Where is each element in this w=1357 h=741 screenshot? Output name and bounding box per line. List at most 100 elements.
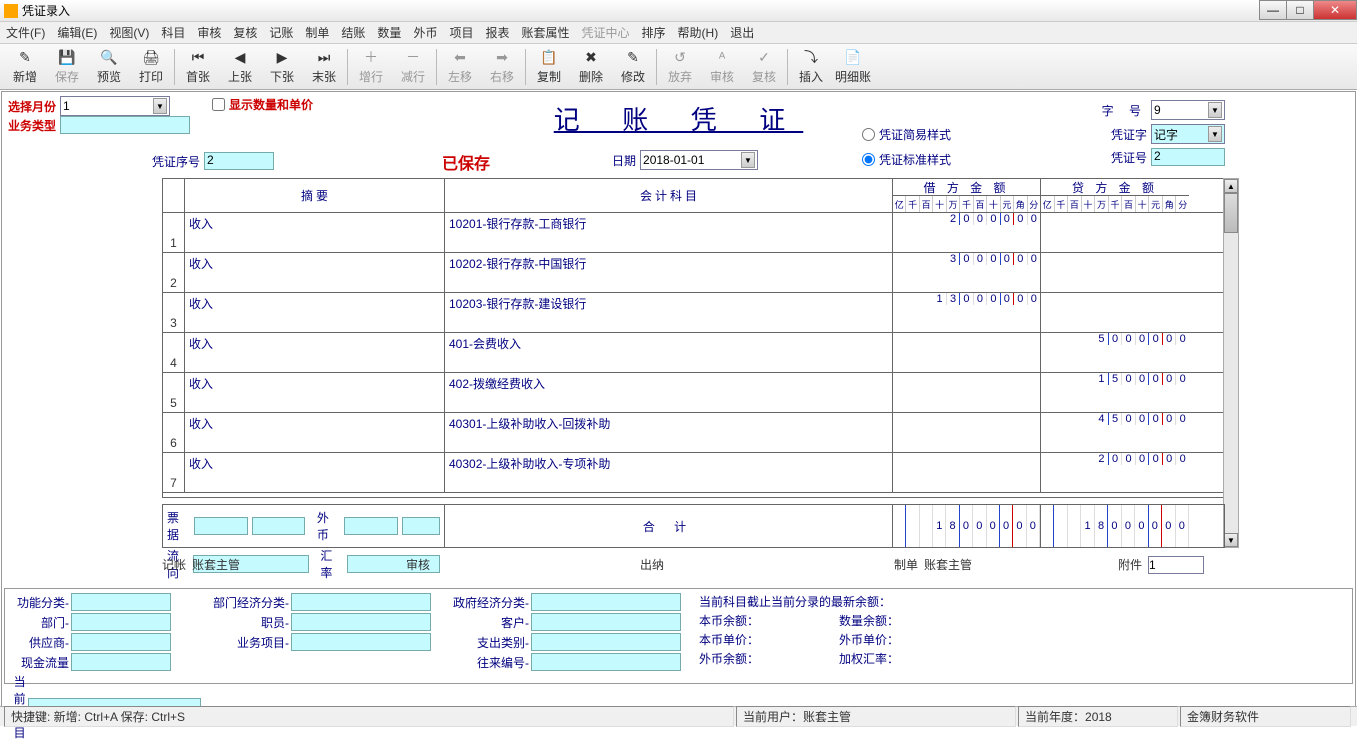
- title-bar: 凭证录入 — □ ✕: [0, 0, 1357, 22]
- col-credit: 贷 方 金 额 亿千百十万千百十元角分: [1041, 179, 1189, 212]
- menu-12[interactable]: 报表: [485, 24, 509, 41]
- voucher-no-input[interactable]: 2: [1151, 148, 1225, 166]
- cash-input[interactable]: [71, 653, 171, 671]
- cust-input[interactable]: [531, 613, 681, 631]
- 预览-icon: 🔍: [100, 48, 118, 66]
- tb-新增[interactable]: ✎新增: [4, 46, 46, 88]
- tb-插入[interactable]: ⤵插入: [790, 46, 832, 88]
- show-qty-label: 显示数量和单价: [229, 96, 313, 113]
- menu-3[interactable]: 科目: [161, 24, 185, 41]
- minimize-button[interactable]: —: [1259, 0, 1287, 20]
- menu-16[interactable]: 帮助(H): [678, 24, 719, 41]
- table-row[interactable]: 5收入402-拨缴经费收入1500000: [163, 373, 1224, 413]
- exptype-input[interactable]: [531, 633, 681, 651]
- govec-input[interactable]: [531, 593, 681, 611]
- table-row[interactable]: 2收入10202-银行存款-中国银行3000000: [163, 253, 1224, 293]
- word-no-combo[interactable]: 9▼: [1151, 100, 1225, 120]
- style-simple-radio[interactable]: 凭证简易样式: [862, 126, 951, 143]
- word-no-label: 字 号: [1102, 102, 1147, 119]
- menu-7[interactable]: 制单: [305, 24, 329, 41]
- status-bar: 快捷键: 新增: Ctrl+A 保存: Ctrl+S 当前用户：账套主管 当前年…: [0, 706, 1357, 726]
- menu-13[interactable]: 账套属性: [521, 24, 569, 41]
- col-rownum: [163, 179, 185, 212]
- tb-左移: ⬅左移: [439, 46, 481, 88]
- menu-5[interactable]: 复核: [233, 24, 257, 41]
- corr-input[interactable]: [531, 653, 681, 671]
- style-standard-radio[interactable]: 凭证标准样式: [862, 151, 951, 168]
- table-row[interactable]: 6收入40301-上级补助收入-回拨补助4500000: [163, 413, 1224, 453]
- tb-减行: －减行: [392, 46, 434, 88]
- bizitem-input[interactable]: [291, 633, 431, 651]
- fc-input2[interactable]: [402, 517, 440, 535]
- attach-input[interactable]: [1148, 556, 1204, 574]
- tb-放弃: ↺放弃: [659, 46, 701, 88]
- menu-6[interactable]: 记账: [269, 24, 293, 41]
- month-combo[interactable]: 1▼: [60, 96, 170, 116]
- table-row[interactable]: 1收入10201-银行存款-工商银行2000000: [163, 213, 1224, 253]
- voucher-word-combo[interactable]: 记字▼: [1151, 124, 1225, 144]
- 增行-icon: ＋: [362, 48, 380, 66]
- bill-input1[interactable]: [194, 517, 248, 535]
- supp-input[interactable]: [71, 633, 171, 651]
- deptec-input[interactable]: [291, 593, 431, 611]
- table-row[interactable]: 3收入10203-银行存款-建设银行13000000: [163, 293, 1224, 333]
- tb-明细账[interactable]: 📄明细账: [832, 46, 874, 88]
- voucher-no-label: 凭证号: [1111, 149, 1147, 166]
- menu-1[interactable]: 编辑(E): [57, 24, 97, 41]
- total-label: 合 计: [445, 505, 893, 547]
- menu-2[interactable]: 视图(V): [109, 24, 149, 41]
- tb-增行: ＋增行: [350, 46, 392, 88]
- maximize-button[interactable]: □: [1286, 0, 1314, 20]
- menu-17[interactable]: 退出: [730, 24, 754, 41]
- dept-input[interactable]: [71, 613, 171, 631]
- emp-input[interactable]: [291, 613, 431, 631]
- tb-修改[interactable]: ✎修改: [612, 46, 654, 88]
- tb-打印[interactable]: 🖨打印: [130, 46, 172, 88]
- close-button[interactable]: ✕: [1313, 0, 1357, 20]
- bill-label: 票据: [167, 509, 190, 543]
- tb-上张[interactable]: ◀上张: [219, 46, 261, 88]
- 新增-icon: ✎: [16, 48, 34, 66]
- 修改-icon: ✎: [624, 48, 642, 66]
- voucher-title: 记 账 凭 证: [554, 100, 804, 137]
- biz-type-input[interactable]: [60, 116, 190, 134]
- 复核-icon: ✓: [755, 48, 773, 66]
- shortcut-hint: 快捷键: 新增: Ctrl+A 保存: Ctrl+S: [4, 706, 734, 727]
- biz-type-label: 业务类型: [8, 117, 56, 134]
- 复制-icon: 📋: [540, 48, 558, 66]
- 上张-icon: ◀: [231, 48, 249, 66]
- 明细账-icon: 📄: [844, 48, 862, 66]
- 删除-icon: ✖: [582, 48, 600, 66]
- voucher-word-label: 凭证字: [1111, 126, 1147, 143]
- fc-input1[interactable]: [344, 517, 398, 535]
- grid-scrollbar[interactable]: ▲ ▼: [1223, 178, 1239, 548]
- tb-下张[interactable]: ▶下张: [261, 46, 303, 88]
- tb-删除[interactable]: ✖删除: [570, 46, 612, 88]
- tb-末张[interactable]: ⏭末张: [303, 46, 345, 88]
- menu-0[interactable]: 文件(F): [6, 24, 45, 41]
- menu-4[interactable]: 审核: [197, 24, 221, 41]
- total-credit: 18000000: [1041, 505, 1189, 547]
- tb-复制[interactable]: 📋复制: [528, 46, 570, 88]
- voucher-seq-input[interactable]: 2: [204, 152, 274, 170]
- tb-复核: ✓复核: [743, 46, 785, 88]
- show-qty-checkbox[interactable]: [212, 98, 225, 111]
- select-month-label: 选择月份: [8, 98, 56, 115]
- menu-15[interactable]: 排序: [642, 24, 666, 41]
- menu-8[interactable]: 结账: [341, 24, 365, 41]
- menu-11[interactable]: 项目: [449, 24, 473, 41]
- tb-首张[interactable]: ⏮首张: [177, 46, 219, 88]
- menu-9[interactable]: 数量: [377, 24, 401, 41]
- bill-input2[interactable]: [252, 517, 306, 535]
- 左移-icon: ⬅: [451, 48, 469, 66]
- 右移-icon: ➡: [493, 48, 511, 66]
- tb-预览[interactable]: 🔍预览: [88, 46, 130, 88]
- date-combo[interactable]: 2018-01-01▼: [640, 150, 758, 170]
- fc-label: 外币: [317, 509, 340, 543]
- table-row[interactable]: 7收入40302-上级补助收入-专项补助2000000: [163, 453, 1224, 493]
- table-row[interactable]: 4收入401-会费收入5000000: [163, 333, 1224, 373]
- toolbar: ✎新增💾保存🔍预览🖨打印⏮首张◀上张▶下张⏭末张＋增行－减行⬅左移➡右移📋复制✖…: [0, 44, 1357, 90]
- func-input[interactable]: [71, 593, 171, 611]
- menu-10[interactable]: 外币: [413, 24, 437, 41]
- menu-14[interactable]: 凭证中心: [582, 24, 630, 41]
